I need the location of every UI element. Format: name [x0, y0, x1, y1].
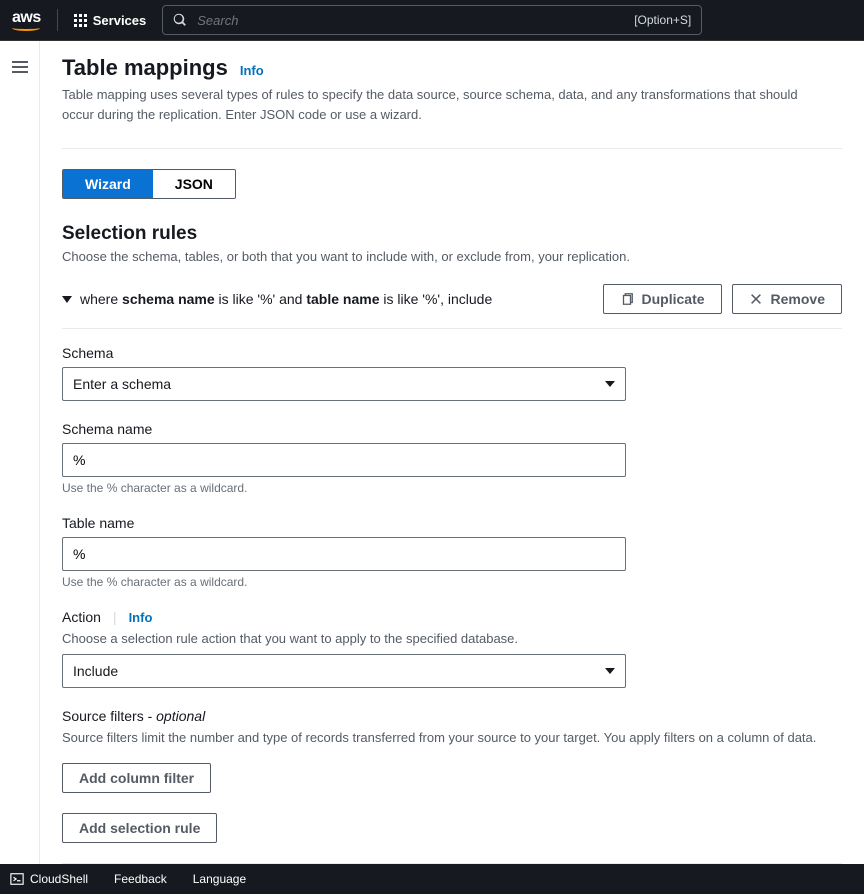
rule-text: where schema name is like '%' and table … [80, 291, 492, 307]
search-bar[interactable]: [Option+S] [162, 5, 702, 35]
add-rule-group: Add selection rule [62, 813, 842, 843]
action-select[interactable]: Include [62, 654, 626, 688]
cloudshell-button[interactable]: CloudShell [10, 872, 88, 886]
grid-icon [74, 14, 87, 27]
services-menu[interactable]: Services [74, 13, 147, 28]
language-link[interactable]: Language [193, 872, 246, 886]
schema-value: Enter a schema [73, 376, 171, 392]
page-header: Table mappings Info Table mapping uses s… [62, 41, 842, 142]
action-value: Include [73, 663, 118, 679]
divider [57, 9, 58, 31]
content: Table mappings Info Table mapping uses s… [40, 41, 864, 864]
search-icon [173, 13, 187, 27]
page-title: Table mappings [62, 55, 228, 81]
caret-down-icon [605, 381, 615, 387]
aws-logo[interactable]: aws [12, 9, 41, 31]
action-field: Action | Info Choose a selection rule ac… [62, 609, 842, 688]
close-icon [749, 292, 763, 306]
page-description: Table mapping uses several types of rule… [62, 85, 802, 124]
add-column-filter-button[interactable]: Add column filter [62, 763, 211, 793]
source-filters-description: Source filters limit the number and type… [62, 730, 842, 745]
info-link[interactable]: Info [240, 63, 264, 78]
copy-icon [620, 292, 634, 306]
schema-name-hint: Use the % character as a wildcard. [62, 481, 842, 495]
source-filters-label: Source filters - optional [62, 708, 842, 724]
action-description: Choose a selection rule action that you … [62, 631, 842, 646]
add-selection-rule-button[interactable]: Add selection rule [62, 813, 217, 843]
feedback-link[interactable]: Feedback [114, 872, 167, 886]
search-input[interactable] [197, 13, 624, 28]
table-name-field: Table name Use the % character as a wild… [62, 515, 842, 589]
services-label: Services [93, 13, 147, 28]
remove-button[interactable]: Remove [732, 284, 842, 314]
search-shortcut: [Option+S] [634, 13, 691, 27]
action-info-link[interactable]: Info [129, 610, 153, 625]
schema-name-field: Schema name Use the % character as a wil… [62, 421, 842, 495]
tab-json[interactable]: JSON [153, 170, 235, 198]
table-name-label: Table name [62, 515, 842, 531]
rule-actions: Duplicate Remove [603, 284, 842, 314]
main-area: Table mappings Info Table mapping uses s… [0, 41, 864, 864]
source-filters-field: Source filters - optional Source filters… [62, 708, 842, 793]
caret-down-icon [605, 668, 615, 674]
action-label: Action | Info [62, 609, 842, 625]
schema-name-input[interactable] [62, 443, 626, 477]
expand-icon [62, 296, 72, 303]
schema-field: Schema Enter a schema [62, 345, 842, 401]
table-name-input[interactable] [62, 537, 626, 571]
table-name-hint: Use the % character as a wildcard. [62, 575, 842, 589]
selection-rules-title: Selection rules [62, 223, 842, 245]
duplicate-button[interactable]: Duplicate [603, 284, 722, 314]
tab-wizard[interactable]: Wizard [63, 170, 153, 198]
tab-group: Wizard JSON [62, 169, 236, 199]
top-nav-bar: aws Services [Option+S] [0, 0, 864, 41]
rule-row: where schema name is like '%' and table … [62, 280, 842, 329]
schema-select[interactable]: Enter a schema [62, 367, 626, 401]
schema-label: Schema [62, 345, 842, 361]
panel: Wizard JSON Selection rules Choose the s… [62, 148, 842, 864]
left-rail [0, 41, 40, 864]
rule-summary[interactable]: where schema name is like '%' and table … [62, 291, 492, 307]
footer-bar: CloudShell Feedback Language [0, 864, 864, 894]
schema-name-label: Schema name [62, 421, 842, 437]
selection-rules-desc: Choose the schema, tables, or both that … [62, 249, 842, 264]
hamburger-icon[interactable] [12, 61, 28, 73]
cloudshell-icon [10, 872, 24, 886]
